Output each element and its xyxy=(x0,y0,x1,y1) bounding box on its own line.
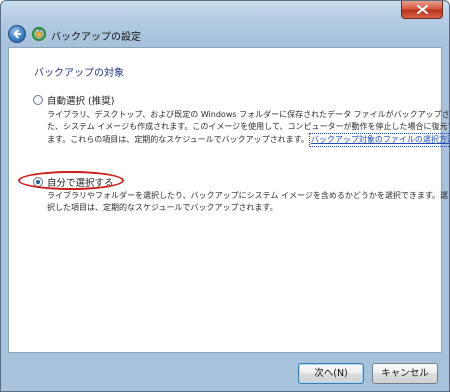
next-button[interactable]: 次へ(N) xyxy=(298,363,364,384)
cancel-button[interactable]: キャンセル xyxy=(372,363,438,384)
option-let-me-choose-label[interactable]: 自分で選択する xyxy=(47,175,114,189)
option-let-me-choose-description: ライブラリやフォルダーを選択したり、バックアップにシステム イメージを含めるかど… xyxy=(47,191,449,212)
section-heading: バックアップの対象 xyxy=(34,68,124,79)
radio-selected-dot xyxy=(36,180,40,184)
file-selection-help-link[interactable]: バックアップ対象のファイルの選択方法 xyxy=(308,133,449,147)
footer-bar: 次へ(N) キャンセル xyxy=(1,353,449,391)
backup-settings-window: バックアップの設定 バックアップの対象 自動選択 (推奨) ライブラリ、デスクト… xyxy=(0,0,450,392)
option-auto-select-label[interactable]: 自動選択 (推奨) xyxy=(47,93,114,107)
back-button[interactable] xyxy=(8,25,26,43)
close-button[interactable] xyxy=(401,1,443,19)
close-icon xyxy=(417,5,428,14)
title-bar: バックアップの設定 xyxy=(1,1,449,47)
radio-auto-select[interactable] xyxy=(33,95,43,105)
content-panel: バックアップの対象 自動選択 (推奨) ライブラリ、デスクトップ、および既定の … xyxy=(8,47,449,353)
radio-let-me-choose[interactable] xyxy=(33,177,43,187)
window-title: バックアップの設定 xyxy=(51,32,141,43)
back-arrow-icon xyxy=(13,29,22,39)
backup-icon xyxy=(31,26,47,42)
option-auto-select-description: ライブラリ、デスクトップ、および既定の Windows フォルダーに保存されたデ… xyxy=(47,109,449,147)
